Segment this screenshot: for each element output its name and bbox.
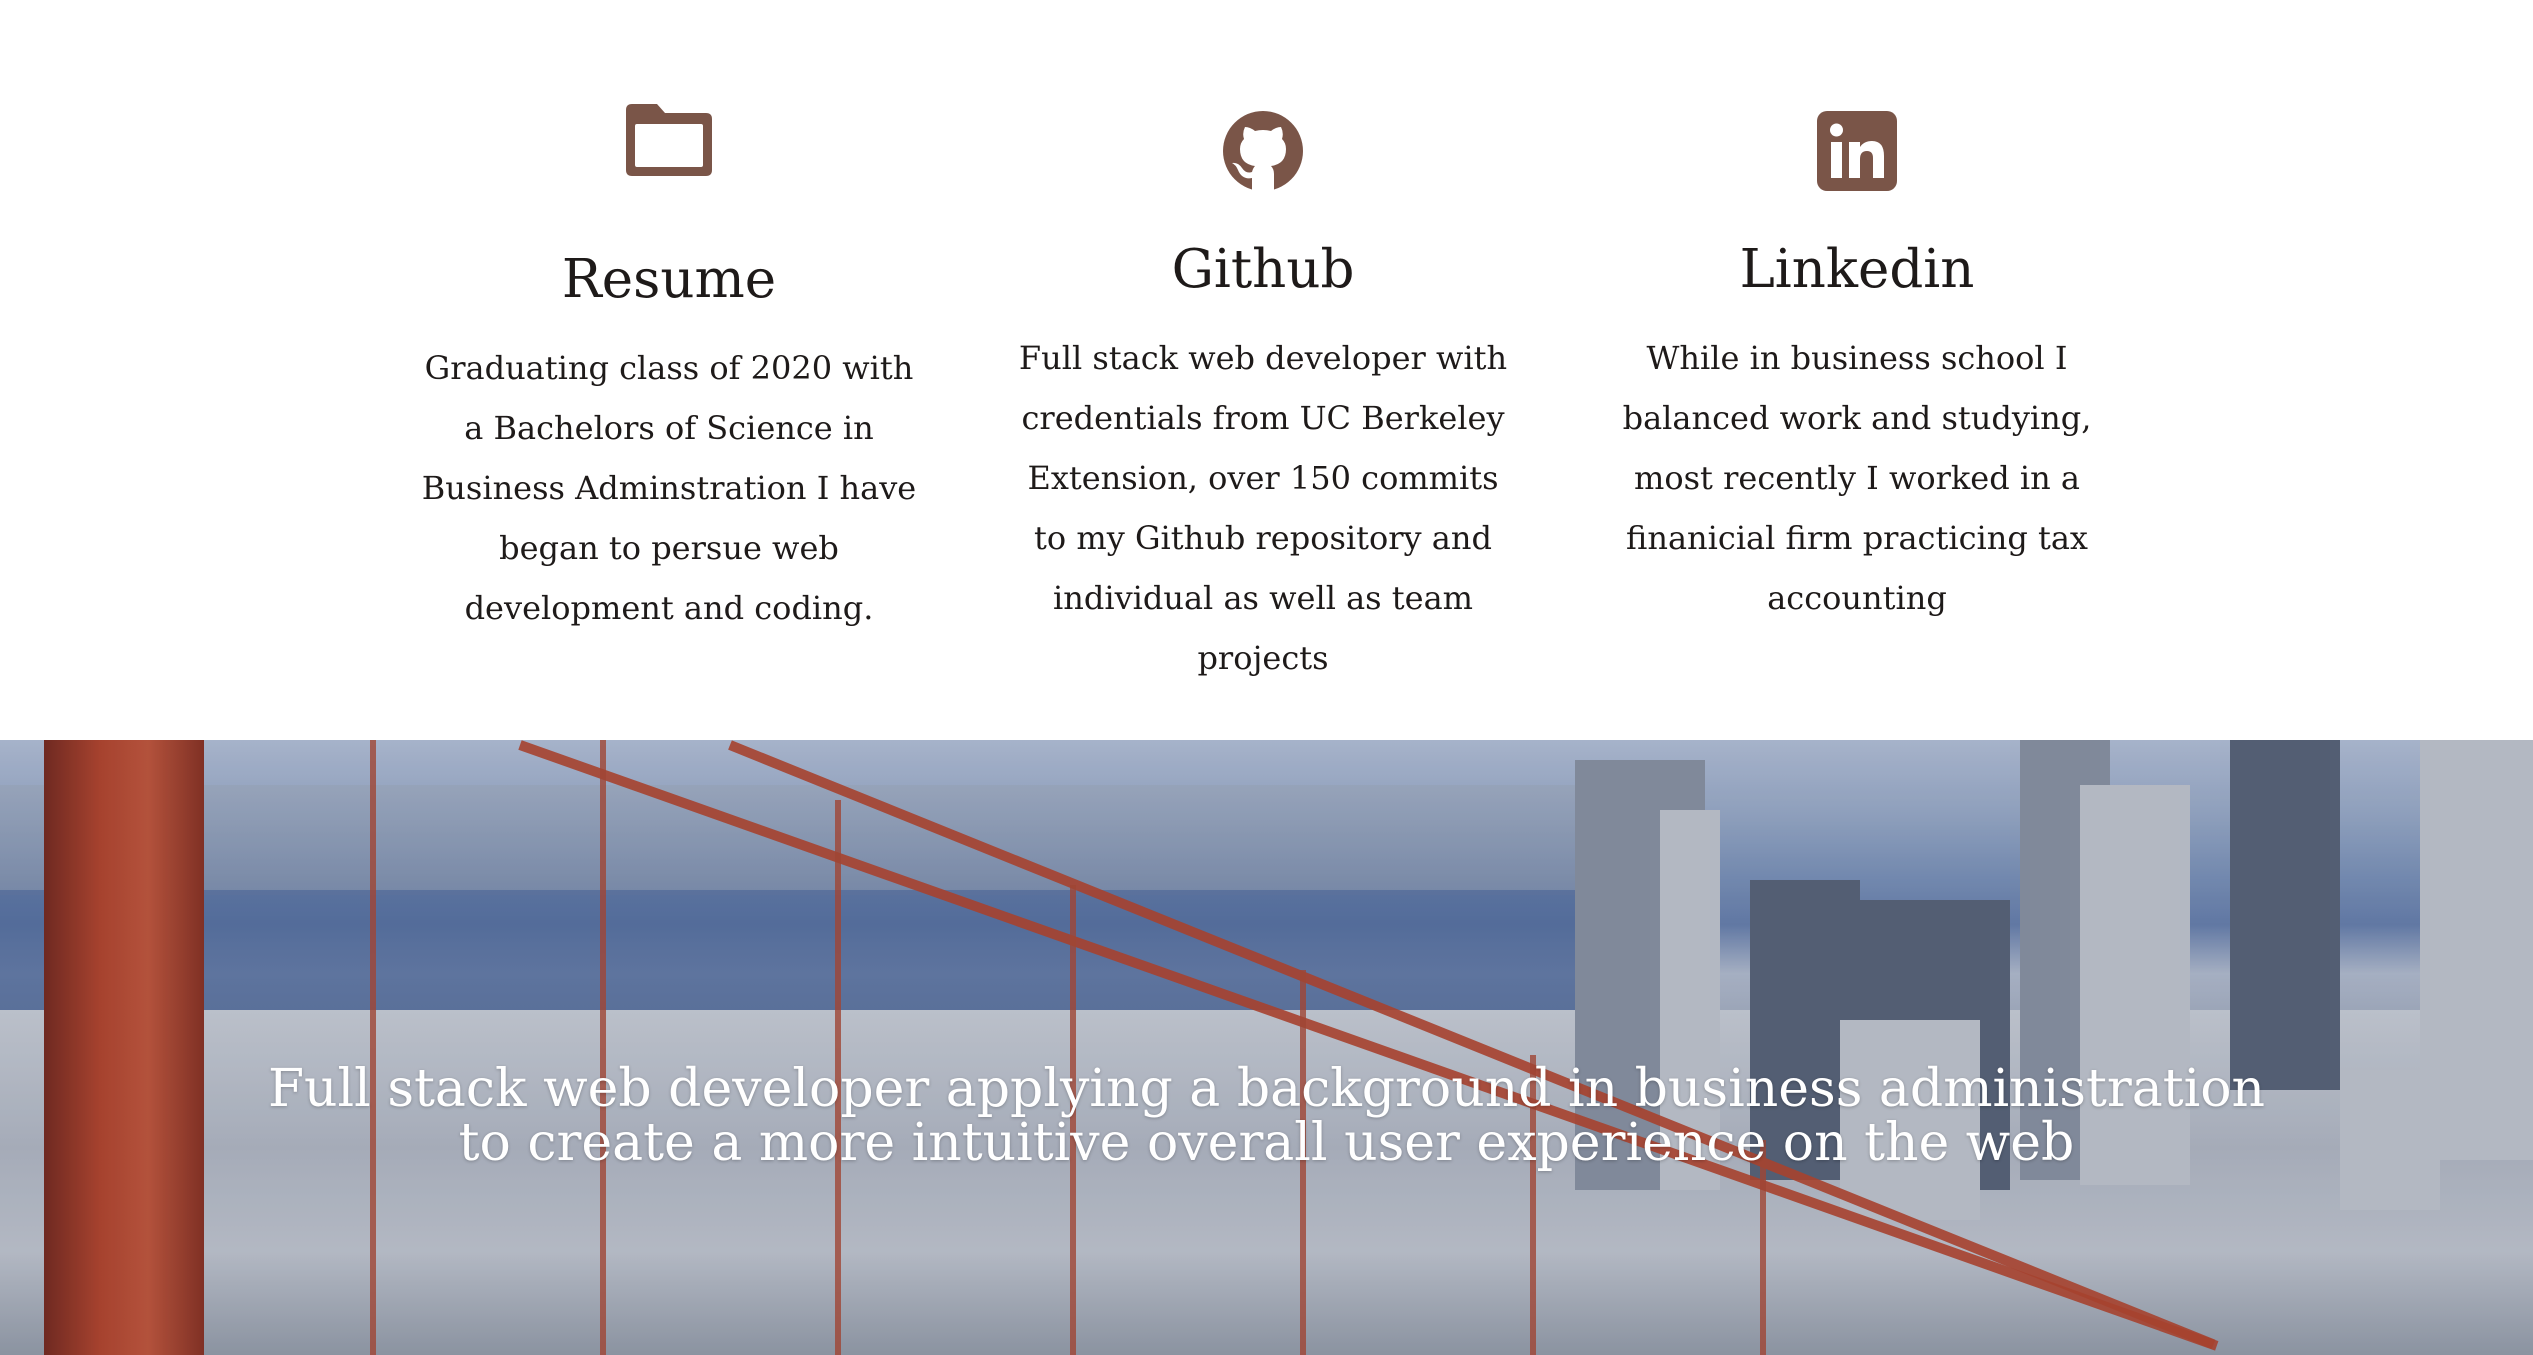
hero-tagline-line-1: Full stack web developer applying a back… <box>267 1059 2266 1119</box>
hero-banner: Full stack web developer applying a back… <box>0 740 2533 1355</box>
hero-overlay <box>0 740 2533 1355</box>
feature-title: Linkedin <box>1739 239 1975 300</box>
github-icon[interactable] <box>1218 106 1308 196</box>
hero-tagline-line-2: to create a more intuitive overall user … <box>458 1113 2075 1173</box>
feature-linkedin: Linkedin While in business school I bala… <box>1607 0 2107 660</box>
feature-description: While in business school I balanced work… <box>1622 339 2092 617</box>
hero-tagline: Full stack web developer applying a back… <box>0 1062 2533 1170</box>
feature-github: Github Full stack web developer with cre… <box>1013 0 1513 677</box>
feature-resume: Resume Graduating class of 2020 with a B… <box>419 0 919 660</box>
feature-title: Resume <box>561 249 777 310</box>
feature-description: Graduating class of 2020 with a Bachelor… <box>421 349 917 627</box>
folder-icon[interactable] <box>624 100 714 190</box>
features-section: Resume Graduating class of 2020 with a B… <box>0 0 2533 740</box>
linkedin-icon[interactable] <box>1812 106 1902 196</box>
feature-title: Github <box>1171 239 1355 300</box>
feature-description: Full stack web developer with credential… <box>1018 339 1508 677</box>
